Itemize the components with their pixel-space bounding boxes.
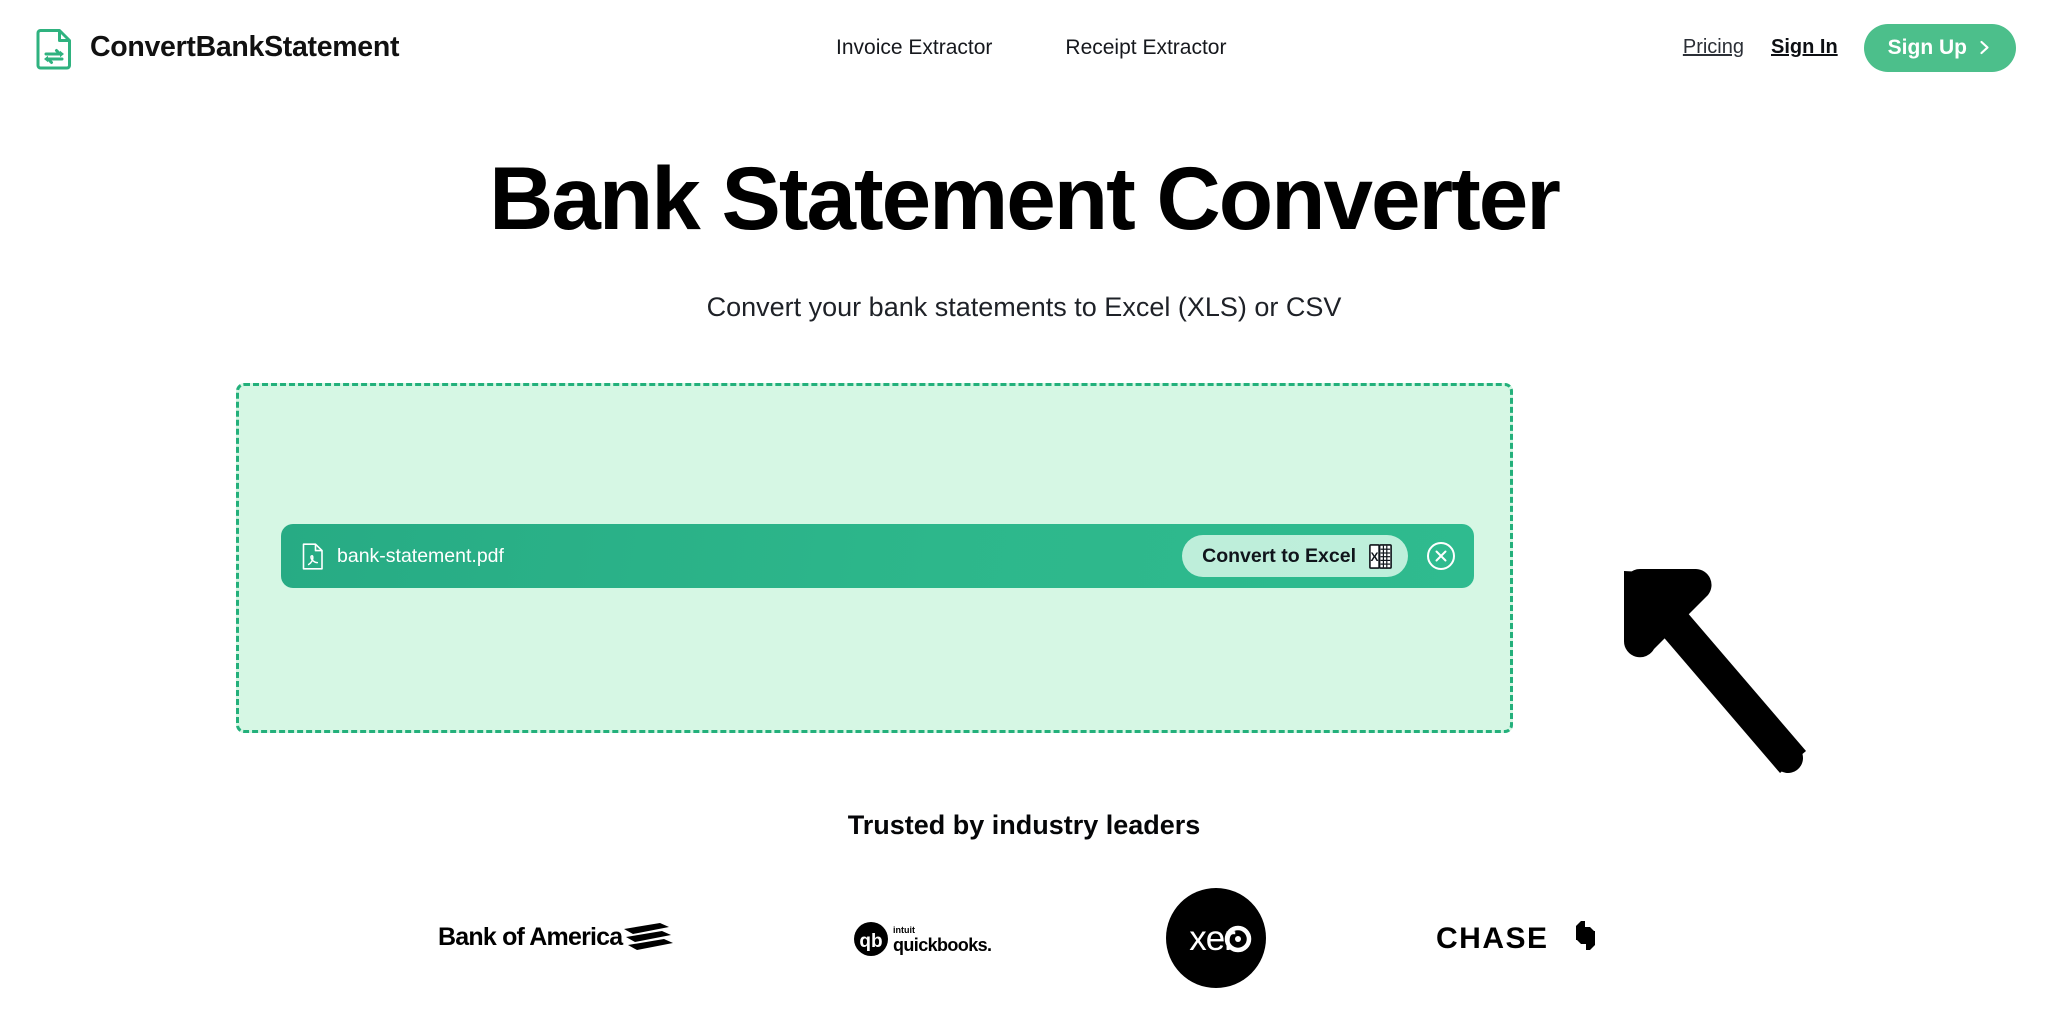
nav-link-receipt-extractor[interactable]: Receipt Extractor <box>1065 36 1226 60</box>
top-navigation-bar: ConvertBankStatement Invoice Extractor R… <box>0 0 2048 95</box>
logo-quickbooks: qb intuit quickbooks. intuit quickbooks. <box>853 918 996 958</box>
svg-text:quickbooks.: quickbooks. <box>893 935 991 955</box>
svg-text:qb: qb <box>859 931 882 952</box>
logo-xero: xer xero <box>1165 887 1266 988</box>
nav-link-invoice-extractor[interactable]: Invoice Extractor <box>836 36 992 60</box>
file-dropzone[interactable]: bank-statement.pdf Convert to Excel X <box>236 383 1513 733</box>
nav-center-links: Invoice Extractor Receipt Extractor <box>836 36 1226 60</box>
convert-to-excel-button[interactable]: Convert to Excel X <box>1182 535 1408 577</box>
brand-name: ConvertBankStatement <box>90 31 400 63</box>
sign-up-button[interactable]: Sign Up <box>1863 23 2016 72</box>
page-title: Bank Statement Converter <box>489 148 1561 248</box>
trusted-logos-strip: Bank of America Bank of America qb intui… <box>0 880 2048 995</box>
convert-to-excel-label: Convert to Excel <box>1202 544 1356 567</box>
nav-right-actions: Pricing Sign In Sign Up <box>1683 23 2016 72</box>
uploaded-file-info: bank-statement.pdf <box>301 542 1182 570</box>
uploaded-file-row: bank-statement.pdf Convert to Excel X <box>281 524 1474 588</box>
uploaded-file-name: bank-statement.pdf <box>337 544 504 567</box>
pdf-file-icon <box>301 542 324 570</box>
sign-up-button-label: Sign Up <box>1887 35 1967 59</box>
svg-text:X: X <box>1370 550 1378 564</box>
logo-chase: CHASE CHASE <box>1436 919 1611 957</box>
page-subtitle: Convert your bank statements to Excel (X… <box>706 292 1342 322</box>
logo-bank-of-america: Bank of America Bank of America <box>438 915 683 961</box>
excel-file-icon: X <box>1369 543 1392 569</box>
svg-text:Bank of America: Bank of America <box>438 923 624 951</box>
brand-logo[interactable]: ConvertBankStatement <box>32 25 399 71</box>
chevron-right-icon <box>1977 40 1992 55</box>
svg-text:intuit: intuit <box>893 925 915 935</box>
nav-link-pricing[interactable]: Pricing <box>1683 36 1744 59</box>
document-swap-icon <box>32 25 78 71</box>
nav-link-sign-in[interactable]: Sign In <box>1771 36 1838 59</box>
svg-text:CHASE: CHASE <box>1436 922 1549 955</box>
arrow-pointing-up-left <box>1600 545 1830 795</box>
remove-file-button[interactable] <box>1426 541 1456 571</box>
trusted-section-title: Trusted by industry leaders <box>847 810 1201 840</box>
